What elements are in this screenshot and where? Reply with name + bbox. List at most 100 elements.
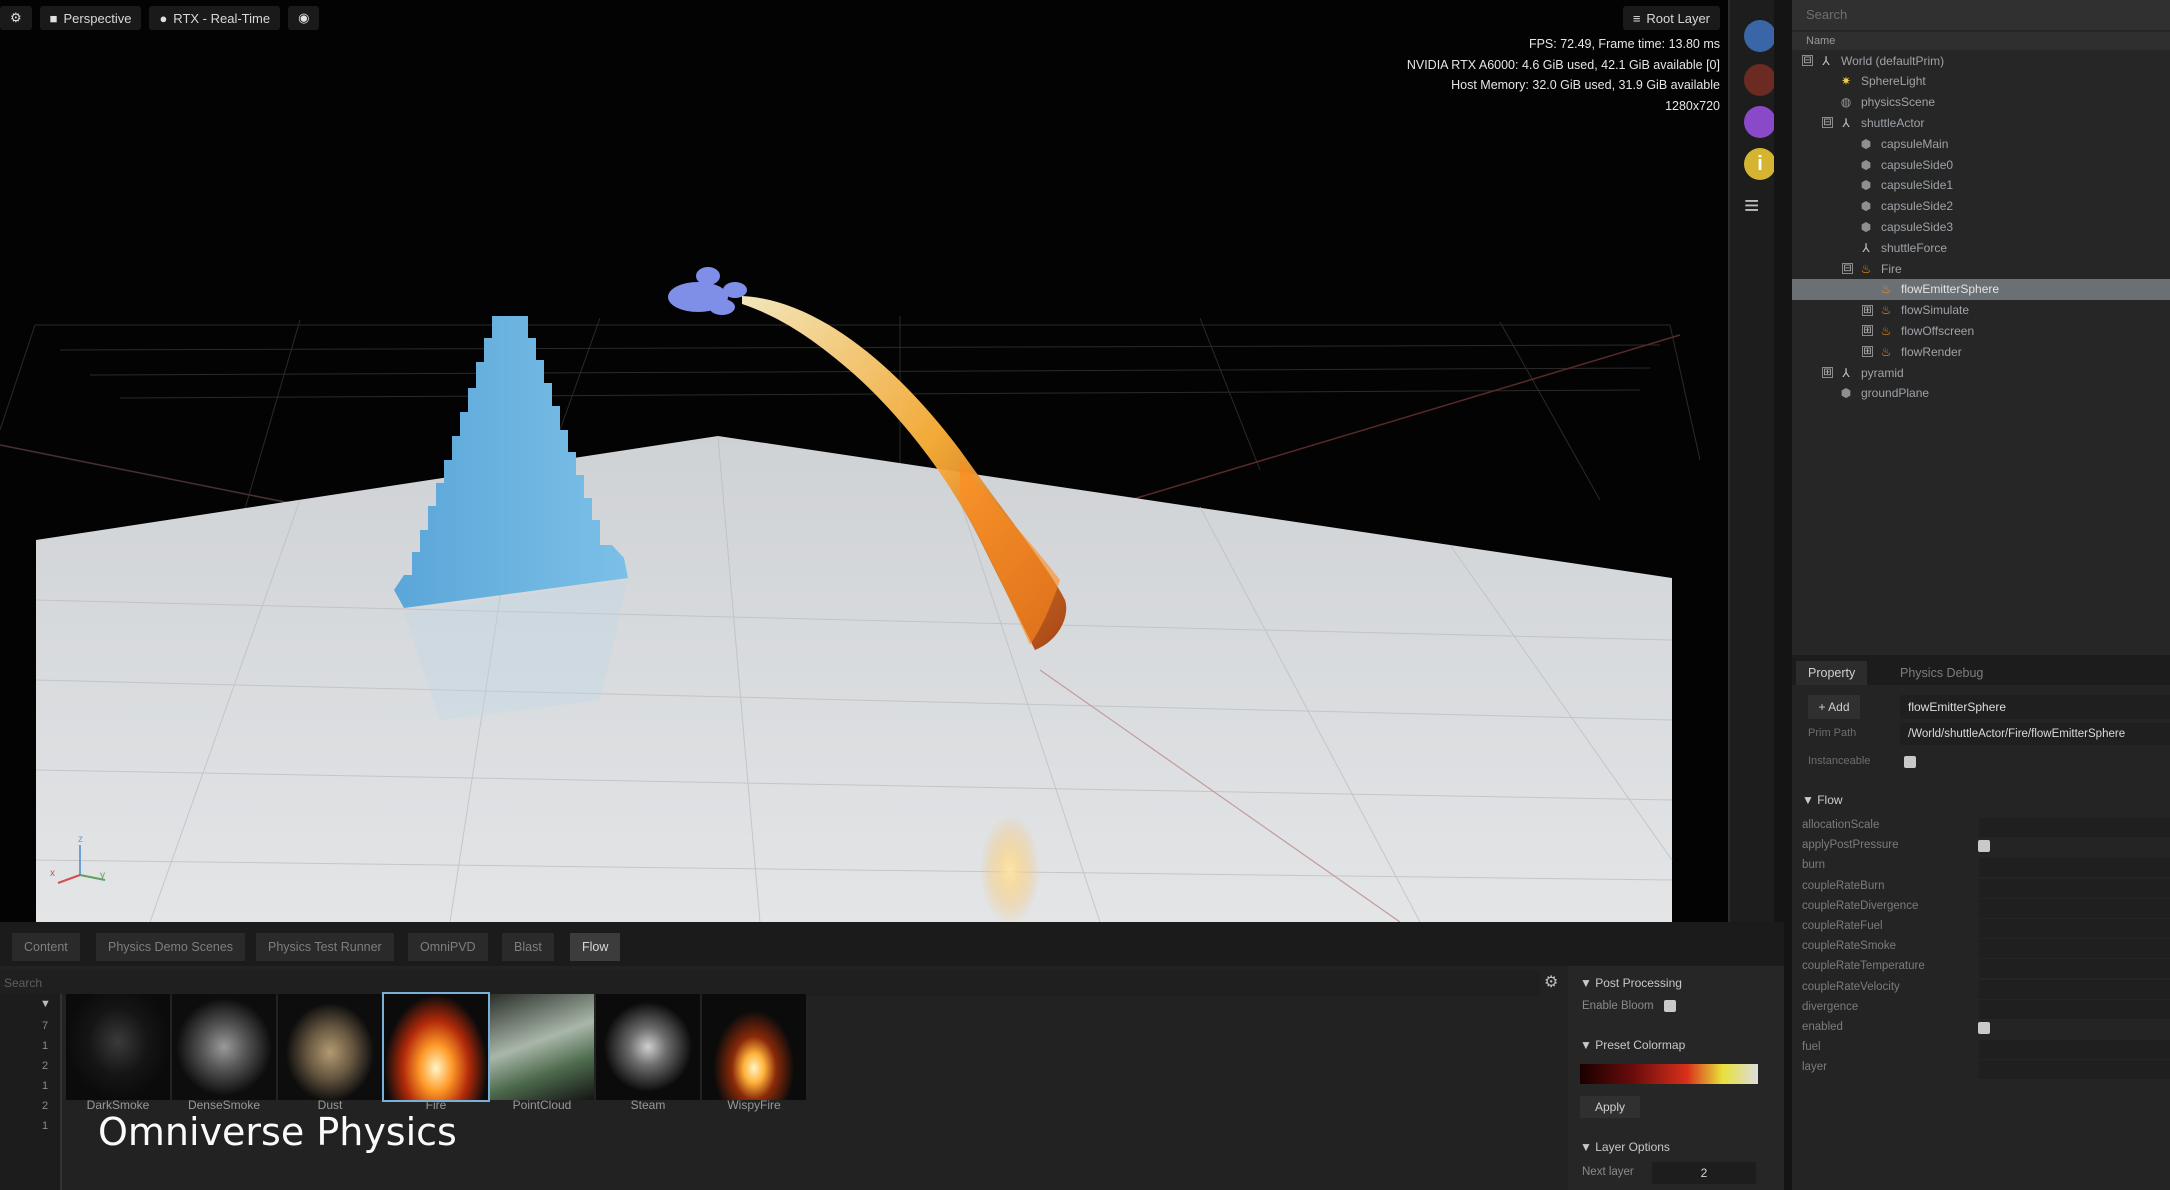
property-field[interactable] [1979, 979, 2170, 999]
fire-icon: ♨ [1880, 344, 1892, 359]
expand-icon[interactable]: ⊞ [1822, 367, 1833, 378]
enable-bloom-checkbox[interactable] [1664, 1000, 1676, 1012]
stage-search-input[interactable]: Search [1792, 0, 2170, 30]
tree-item[interactable]: ⊟ ⅄ shuttleActor [1792, 112, 2170, 133]
tab-physics-debug[interactable]: Physics Debug [1888, 661, 1995, 685]
preset-thumbnail[interactable] [172, 994, 276, 1100]
record-icon[interactable] [1744, 64, 1776, 96]
add-button[interactable]: + Add [1808, 695, 1860, 719]
property-row: coupleRateDivergence [1792, 896, 2170, 918]
root-layer-button[interactable]: ≡ Root Layer [1622, 6, 1720, 30]
property-label: divergence [1802, 1000, 1859, 1013]
tree-item-label: groundPlane [1861, 386, 1930, 401]
tree-item-label: capsuleSide1 [1881, 178, 1954, 193]
tab-content[interactable]: Content [12, 933, 80, 961]
tree-item[interactable]: ⬢ capsuleMain [1792, 133, 2170, 154]
collapse-icon[interactable]: ⊟ [1822, 117, 1833, 129]
preset-thumbnail[interactable] [490, 994, 594, 1100]
apply-button[interactable]: Apply [1580, 1096, 1640, 1118]
collapse-icon[interactable]: ⊟ [1802, 55, 1813, 66]
side-list-item[interactable]: 2 [42, 1060, 48, 1072]
tree-item[interactable]: ⊟ ♨ Fire [1792, 258, 2170, 279]
side-list-item[interactable]: 1 [42, 1080, 48, 1092]
tab-blast[interactable]: Blast [502, 933, 554, 961]
tree-item[interactable]: ✷ SphereLight [1792, 71, 2170, 92]
gear-icon[interactable] [1744, 106, 1776, 138]
preset-thumbnail[interactable] [278, 994, 382, 1100]
tree-item-label: Fire [1881, 261, 1902, 276]
triangle-down-icon[interactable]: ▼ [40, 998, 51, 1010]
preset-thumbnail[interactable] [66, 994, 170, 1100]
instanceable-checkbox[interactable] [1904, 756, 1916, 768]
post-processing-header[interactable]: ▼ Post Processing [1580, 976, 1682, 990]
property-field[interactable] [1979, 858, 2170, 878]
expand-icon[interactable]: ⊞ [1862, 304, 1873, 316]
tree-item[interactable]: ⬢ capsuleSide3 [1792, 216, 2170, 237]
info-icon[interactable]: i [1744, 148, 1776, 180]
camera-button[interactable]: ■ Perspective [39, 6, 142, 30]
colormap-gradient[interactable] [1580, 1064, 1758, 1084]
flow-section-header[interactable]: ▼ Flow [1802, 793, 1843, 807]
layer-options-header[interactable]: ▼ Layer Options [1580, 1140, 1670, 1154]
tree-item[interactable]: ⊞ ♨ flowSimulate [1792, 300, 2170, 321]
property-field[interactable] [1979, 1060, 2170, 1080]
side-list-item[interactable]: 7 [42, 1020, 48, 1032]
preset-thumbnail[interactable] [596, 994, 700, 1100]
tree-item[interactable]: ⊞ ♨ flowOffscreen [1792, 320, 2170, 341]
next-layer-field[interactable]: 2 [1652, 1162, 1756, 1184]
property-field[interactable] [1979, 919, 2170, 938]
property-field[interactable] [1979, 878, 2170, 898]
property-field[interactable] [1979, 818, 2170, 837]
lightbulb-icon: ● [159, 10, 168, 26]
menu-icon[interactable]: ≡ [1744, 192, 1774, 218]
dock-side-list: ▼ 7 1 2 1 2 1 [0, 994, 62, 1190]
tree-item[interactable]: ♨ flowEmitterSphere [1792, 278, 2170, 300]
property-label: fuel [1802, 1041, 1821, 1054]
property-field[interactable] [1979, 939, 2170, 959]
shapes-icon[interactable] [1744, 20, 1776, 52]
expand-icon[interactable]: ⊞ [1862, 346, 1873, 358]
viewport[interactable]: ⚙ ■ Perspective ● RTX - Real-Time ◉ ≡ Ro… [0, 0, 1728, 922]
property-checkbox[interactable] [1978, 840, 1990, 853]
gear-icon[interactable]: ⚙ [1544, 970, 1562, 996]
dock-search-input[interactable]: Search [0, 970, 1540, 996]
preset-colormap-header[interactable]: ▼ Preset Colormap [1580, 1038, 1685, 1052]
tree-item[interactable]: ⬢ groundPlane [1792, 383, 2170, 404]
tab-flow[interactable]: Flow [570, 933, 621, 961]
property-checkbox[interactable] [1978, 1022, 1990, 1034]
tab-property[interactable]: Property [1796, 661, 1868, 685]
tree-item[interactable]: ⬢ capsuleSide2 [1792, 196, 2170, 217]
tree-item[interactable]: ⬢ capsuleSide1 [1792, 175, 2170, 196]
collapse-icon[interactable]: ⊟ [1842, 263, 1853, 274]
renderer-button[interactable]: ● RTX - Real-Time [149, 6, 281, 30]
settings-button[interactable]: ⚙ [0, 6, 32, 30]
property-field[interactable] [1979, 959, 2170, 979]
tree-item[interactable]: ⊞ ♨ flowRender [1792, 341, 2170, 362]
side-list-item[interactable]: 2 [42, 1100, 48, 1112]
mesh-icon: ⬢ [1840, 386, 1852, 401]
prim-name-field[interactable]: flowEmitterSphere [1900, 695, 2170, 719]
preset-thumbnail[interactable] [382, 992, 490, 1102]
expand-icon[interactable]: ⊞ [1862, 325, 1873, 337]
viewport-toolbar: ⚙ ■ Perspective ● RTX - Real-Time ◉ [0, 6, 320, 30]
visibility-button[interactable]: ◉ [288, 6, 320, 30]
side-list-item[interactable]: 1 [42, 1120, 48, 1132]
property-field[interactable] [1979, 999, 2170, 1019]
tree-item[interactable]: ⬢ capsuleSide0 [1792, 154, 2170, 175]
tab-physics-demo-scenes[interactable]: Physics Demo Scenes [96, 933, 246, 961]
triangle-down-icon: ▼ [1580, 976, 1596, 990]
property-field[interactable] [1979, 1040, 2170, 1060]
tree-item[interactable]: ⊞ ⅄ pyramid [1792, 362, 2170, 383]
tab-omnipvd[interactable]: OmniPVD [408, 933, 488, 961]
tab-physics-test-runner[interactable]: Physics Test Runner [256, 933, 394, 961]
prim-path-field[interactable]: /World/shuttleActor/Fire/flowEmitterSphe… [1900, 723, 2170, 745]
side-list-item[interactable]: 1 [42, 1040, 48, 1052]
tree-item[interactable]: ⅄ shuttleForce [1792, 237, 2170, 258]
preset-thumbnail[interactable] [702, 994, 806, 1100]
tree-item-label: flowOffscreen [1901, 323, 1975, 338]
tree-item[interactable]: ⊟ ⅄ World (defaultPrim) [1792, 50, 2170, 71]
property-field[interactable] [1979, 898, 2170, 918]
tree-item[interactable]: ◍ physicsScene [1792, 92, 2170, 113]
